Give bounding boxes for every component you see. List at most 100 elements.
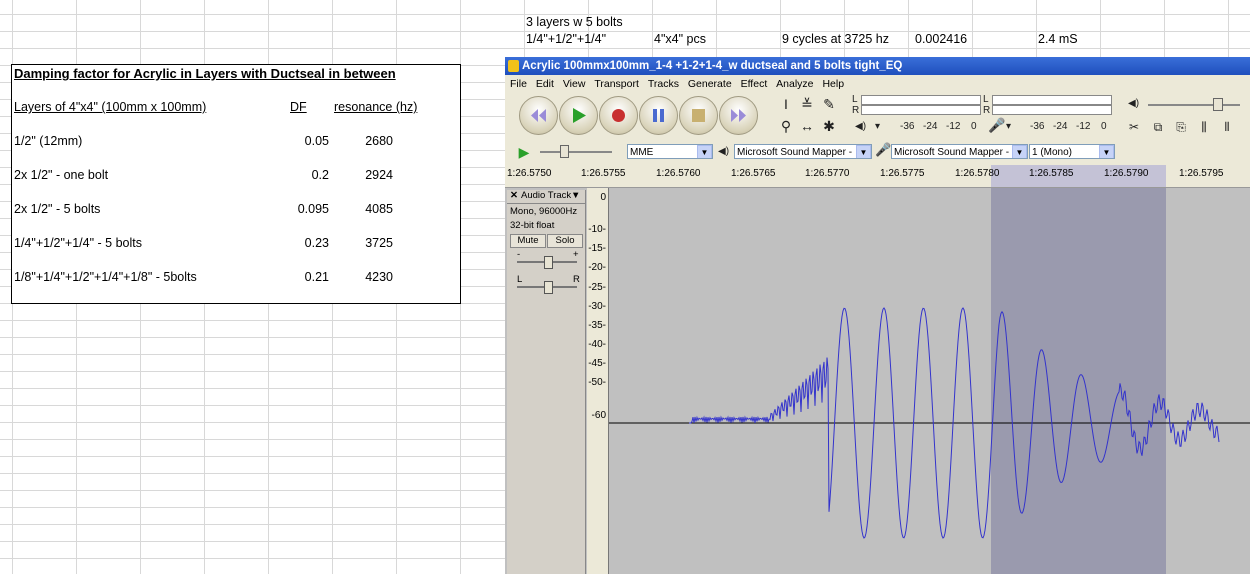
output-device-select[interactable]: Microsoft Sound Mapper - Outp▼ [734, 144, 872, 159]
row-layers[interactable]: 2x 1/2" - 5 bolts [14, 202, 100, 217]
selection-tool-icon[interactable]: I [777, 95, 795, 113]
db-label: -40- [588, 339, 606, 350]
trim-icon[interactable]: ⫼ [1195, 118, 1213, 136]
menu-help[interactable]: Help [822, 76, 844, 92]
menu-generate[interactable]: Generate [688, 76, 732, 92]
zoom-tool-icon[interactable]: ⚲ [777, 117, 795, 135]
meter-tick: -36 [1030, 121, 1045, 132]
play-button[interactable] [559, 96, 598, 135]
channels-select[interactable]: 1 (Mono) Recordin ▼ [1029, 144, 1115, 159]
speaker-icon[interactable]: ◀) [855, 121, 866, 133]
record-button[interactable] [599, 96, 638, 135]
close-icon[interactable]: ✕ [510, 190, 518, 202]
row-layers[interactable]: 1/8"+1/4"+1/2"+1/4"+1/8" - 5bolts [14, 270, 197, 285]
menu-transport[interactable]: Transport [594, 76, 639, 92]
paste-icon[interactable]: ⎘ [1172, 118, 1190, 136]
slider-thumb[interactable] [1213, 98, 1223, 111]
pan-right-label: R [573, 274, 580, 285]
track-header[interactable]: ✕ Audio Track ▼ [507, 190, 585, 204]
stop-button[interactable] [679, 96, 718, 135]
table-title[interactable]: Damping factor for Acrylic in Layers wit… [14, 66, 396, 81]
note-stack[interactable]: 1/4"+1/2"+1/4" [526, 32, 606, 47]
skip-start-icon [531, 109, 546, 122]
chevron-down-icon: ▼ [1099, 145, 1114, 158]
mute-button[interactable]: Mute [510, 234, 546, 248]
timeshift-tool-icon[interactable]: ↔ [798, 117, 816, 135]
input-device-value: Microsoft Sound Mapper - Inpu [894, 147, 1010, 158]
gain-plus: + [573, 249, 579, 260]
row-df[interactable]: 0.05 [280, 134, 329, 149]
skip-start-button[interactable] [519, 96, 558, 135]
skip-end-button[interactable] [719, 96, 758, 135]
row-df[interactable]: 0.2 [280, 168, 329, 183]
menu-tracks[interactable]: Tracks [648, 76, 679, 92]
chevron-down-icon[interactable]: ▾ [875, 121, 880, 133]
menu-view[interactable]: View [563, 76, 586, 92]
menu-effect[interactable]: Effect [741, 76, 768, 92]
pause-button[interactable] [639, 96, 678, 135]
row-layers[interactable]: 1/2" (12mm) [14, 134, 82, 149]
row-df[interactable]: 0.23 [280, 236, 329, 251]
playback-volume-slider[interactable] [1148, 104, 1240, 106]
track-format: Mono, 96000Hz [510, 206, 578, 217]
copy-icon[interactable]: ⧉ [1149, 118, 1167, 136]
note-value[interactable]: 0.002416 [915, 32, 967, 47]
header-resonance[interactable]: resonance (hz) [334, 100, 417, 115]
slider-thumb[interactable] [560, 145, 569, 158]
row-layers[interactable]: 2x 1/2" - one bolt [14, 168, 108, 183]
meter-tick: -24 [1053, 121, 1068, 132]
header-layers[interactable]: Layers of 4"x4" (100mm x 100mm) [14, 100, 206, 115]
note-layers[interactable]: 3 layers w 5 bolts [526, 15, 623, 30]
menu-analyze[interactable]: Analyze [776, 76, 813, 92]
ruler-label: 1:26.5795 [1179, 168, 1224, 179]
chevron-down-icon[interactable]: ▾ [1006, 121, 1011, 133]
note-time[interactable]: 2.4 mS [1038, 32, 1078, 47]
record-meter[interactable] [992, 95, 1112, 105]
row-resonance[interactable]: 3725 [340, 236, 393, 251]
window-title-bar[interactable]: Acrylic 100mmx100mm_1-4 +1-2+1-4_w ducts… [505, 57, 1250, 75]
note-cycles[interactable]: 9 cycles at 3725 hz [782, 32, 889, 47]
channels-value: 1 (Mono) Recordin [1032, 147, 1073, 158]
chevron-down-icon[interactable]: ▼ [571, 190, 580, 202]
microphone-icon[interactable]: 🎤 [988, 118, 1005, 132]
slider-thumb[interactable] [544, 256, 553, 269]
meter-right-label: R [983, 105, 991, 116]
db-label: -35- [588, 320, 606, 331]
playback-meter[interactable] [861, 105, 981, 115]
ruler-label: 1:26.5780 [955, 168, 1000, 179]
multi-tool-icon[interactable]: ✱ [820, 117, 838, 135]
row-df[interactable]: 0.095 [280, 202, 329, 217]
row-df[interactable]: 0.21 [280, 270, 329, 285]
play-speed-slider[interactable] [540, 151, 612, 153]
draw-tool-icon[interactable]: ✎ [820, 95, 838, 113]
solo-button[interactable]: Solo [547, 234, 583, 248]
playback-meter[interactable] [861, 95, 981, 105]
row-resonance[interactable]: 2924 [340, 168, 393, 183]
menu-edit[interactable]: Edit [536, 76, 554, 92]
menu-file[interactable]: File [510, 76, 527, 92]
db-label: -50- [588, 377, 606, 388]
cut-icon[interactable]: ✂ [1125, 118, 1143, 136]
track-name[interactable]: Audio Track [521, 190, 571, 202]
waveform-display[interactable] [609, 188, 1250, 574]
row-layers[interactable]: 1/4"+1/2"+1/4" - 5 bolts [14, 236, 142, 251]
slider-thumb[interactable] [544, 281, 553, 294]
row-resonance[interactable]: 4230 [340, 270, 393, 285]
header-df[interactable]: DF [290, 100, 307, 115]
host-select[interactable]: MME ▼ [627, 144, 713, 159]
silence-icon[interactable]: ⫴ [1218, 118, 1236, 136]
timeline-ruler[interactable]: 1:26.5750 1:26.5755 1:26.5760 1:26.5765 … [505, 165, 1250, 188]
envelope-tool-icon[interactable]: ≚ [798, 95, 816, 113]
note-pieces[interactable]: 4"x4" pcs [654, 32, 706, 47]
meter-tick: -12 [1076, 121, 1091, 132]
play-at-speed-icon[interactable]: ▶ [515, 143, 533, 161]
track-control-panel: ✕ Audio Track ▼ Mono, 96000Hz 32-bit flo… [507, 190, 586, 574]
row-resonance[interactable]: 4085 [340, 202, 393, 217]
chevron-down-icon: ▼ [1012, 145, 1027, 158]
row-resonance[interactable]: 2680 [340, 134, 393, 149]
toolbar: I ≚ ✎ ⚲ ↔ ✱ L R ◀) ▾ -36 -24 -12 0 L R 🎤… [505, 93, 1250, 141]
gain-minus: - [517, 249, 521, 260]
audacity-window: Acrylic 100mmx100mm_1-4 +1-2+1-4_w ducts… [505, 57, 1250, 574]
record-meter[interactable] [992, 105, 1112, 115]
input-device-select[interactable]: Microsoft Sound Mapper - Inpu▼ [891, 144, 1028, 159]
